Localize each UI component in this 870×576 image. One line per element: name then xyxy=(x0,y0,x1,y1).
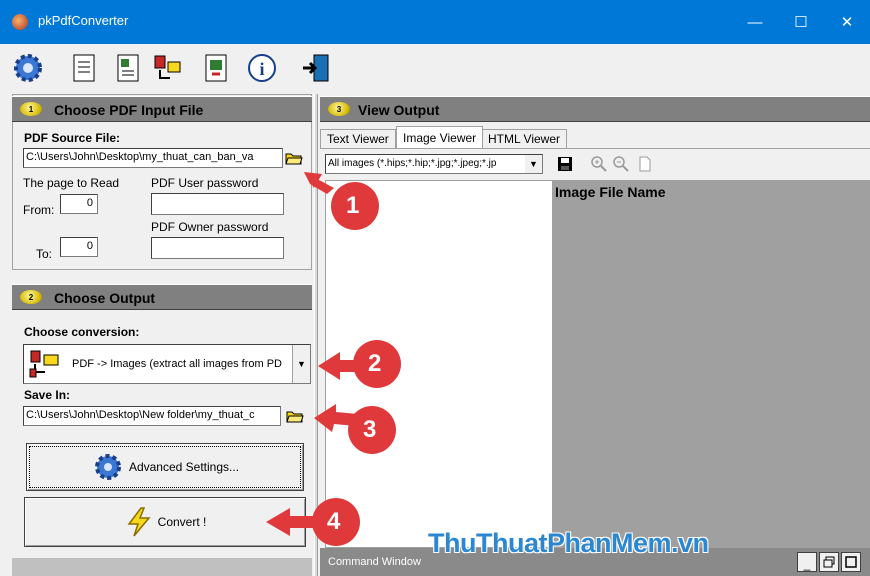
advanced-settings-button[interactable]: Advanced Settings... xyxy=(26,443,304,491)
view-output-header: 3 View Output xyxy=(320,96,870,122)
callout-number-3: 3 xyxy=(363,416,377,443)
to-page-input[interactable]: 0 xyxy=(60,237,98,257)
zoom-out-icon xyxy=(613,156,629,172)
blank-page-button[interactable] xyxy=(636,155,656,175)
input-panel-header: 1 Choose PDF Input File xyxy=(12,96,312,122)
browse-save-button[interactable] xyxy=(285,406,305,426)
tab-image-viewer[interactable]: Image Viewer xyxy=(396,126,484,148)
browse-source-button[interactable] xyxy=(284,148,304,168)
svg-text:i: i xyxy=(259,59,264,79)
input-panel-title: Choose PDF Input File xyxy=(54,102,204,118)
command-restore-button[interactable] xyxy=(819,552,839,572)
open-folder-icon xyxy=(285,153,303,165)
command-window-title: Command Window xyxy=(328,556,421,568)
callout-number-2: 2 xyxy=(368,350,382,377)
page-to-read-label: The page to Read xyxy=(23,176,120,190)
command-minimize-button[interactable]: _ xyxy=(797,552,817,572)
exit-button[interactable] xyxy=(298,50,334,86)
conversion-dropdown-button[interactable]: ▼ xyxy=(292,345,310,383)
lightning-icon xyxy=(127,507,151,537)
pdf-source-label: PDF Source File: xyxy=(24,131,121,145)
left-status-strip xyxy=(12,558,312,576)
open-folder-icon xyxy=(286,411,304,423)
owner-password-label: PDF Owner password xyxy=(151,220,269,234)
pdf-text-button[interactable] xyxy=(110,50,146,86)
export-button[interactable] xyxy=(198,50,234,86)
advanced-settings-label: Advanced Settings... xyxy=(128,460,240,474)
filter-dropdown-button[interactable]: ▼ xyxy=(525,155,542,173)
zoom-out-button[interactable] xyxy=(612,155,632,175)
output-panel-title: Choose Output xyxy=(54,290,156,306)
image-filter-value: All images (*.hips;*.hip;*.jpg;*.jpeg;*.… xyxy=(328,158,497,169)
page-icon xyxy=(639,156,651,172)
gear-icon xyxy=(94,454,121,480)
step-badge-2: 2 xyxy=(20,290,42,304)
tab-text-viewer[interactable]: Text Viewer xyxy=(320,129,396,148)
save-image-button[interactable] xyxy=(556,155,576,175)
info-icon: i xyxy=(248,54,276,82)
convert-button[interactable]: Convert ! xyxy=(24,497,306,547)
choose-conversion-label: Choose conversion: xyxy=(24,325,140,339)
app-icon xyxy=(12,14,28,30)
watermark: ThuThuatPhanMem.vn xyxy=(428,528,709,558)
minimize-icon: _ xyxy=(803,557,811,571)
gear-icon xyxy=(14,54,42,82)
export-icon xyxy=(205,54,227,82)
toolbar: i xyxy=(0,44,870,92)
image-file-name-header: Image File Name xyxy=(555,184,666,200)
info-button[interactable]: i xyxy=(244,50,280,86)
user-password-label: PDF User password xyxy=(151,176,259,190)
tab-divider xyxy=(320,148,870,149)
view-output-title: View Output xyxy=(358,102,440,118)
dropdown-arrow-icon: ▼ xyxy=(529,159,538,169)
settings-gear-button[interactable] xyxy=(10,50,46,86)
image-filter-select[interactable]: All images (*.hips;*.hip;*.jpg;*.jpeg;*.… xyxy=(325,154,543,174)
window-title: pkPdfConverter xyxy=(38,13,129,28)
step-badge-3: 3 xyxy=(328,102,350,116)
new-document-button[interactable] xyxy=(66,50,102,86)
save-in-label: Save In: xyxy=(24,388,71,402)
callout-number-4: 4 xyxy=(327,508,341,535)
text-extract-icon xyxy=(117,54,139,82)
restore-icon xyxy=(823,556,835,568)
step-badge-1: 1 xyxy=(20,102,42,116)
dropdown-arrow-icon: ▼ xyxy=(297,359,306,369)
pdf-image-button[interactable] xyxy=(150,50,186,86)
title-bar: pkPdfConverter — ☐ ✕ xyxy=(0,0,870,44)
image-preview-area: Image File Name xyxy=(553,180,870,548)
command-maximize-button[interactable] xyxy=(841,552,861,572)
save-in-input[interactable]: C:\Users\John\Desktop\New folder\my_thua… xyxy=(23,406,281,426)
zoom-in-icon xyxy=(591,156,607,172)
convert-label: Convert ! xyxy=(157,515,207,529)
zoom-in-button[interactable] xyxy=(590,155,610,175)
conversion-select[interactable]: PDF -> Images (extract all images from P… xyxy=(23,344,311,384)
from-page-input[interactable]: 0 xyxy=(60,194,98,214)
conversion-value: PDF -> Images (extract all images from P… xyxy=(72,358,282,370)
panel-splitter[interactable] xyxy=(314,94,318,576)
user-password-input[interactable] xyxy=(151,193,284,215)
close-button[interactable]: ✕ xyxy=(824,0,870,44)
document-icon xyxy=(73,54,95,82)
exit-door-icon xyxy=(303,54,329,82)
pdf-to-image-icon xyxy=(29,350,59,378)
from-label: From: xyxy=(23,203,55,217)
image-file-list[interactable] xyxy=(325,180,553,548)
floppy-disk-icon xyxy=(558,157,572,171)
owner-password-input[interactable] xyxy=(151,237,284,259)
to-label: To: xyxy=(36,247,53,261)
pdf-source-input[interactable]: C:\Users\John\Desktop\my_thuat_can_ban_v… xyxy=(23,148,283,168)
maximize-button[interactable]: ☐ xyxy=(778,0,824,44)
maximize-icon xyxy=(845,556,857,568)
output-panel-header: 2 Choose Output xyxy=(12,284,312,310)
callout-number-1: 1 xyxy=(346,192,360,219)
minimize-button[interactable]: — xyxy=(732,0,778,44)
tab-html-viewer[interactable]: HTML Viewer xyxy=(481,129,568,148)
image-extract-icon xyxy=(154,55,181,79)
